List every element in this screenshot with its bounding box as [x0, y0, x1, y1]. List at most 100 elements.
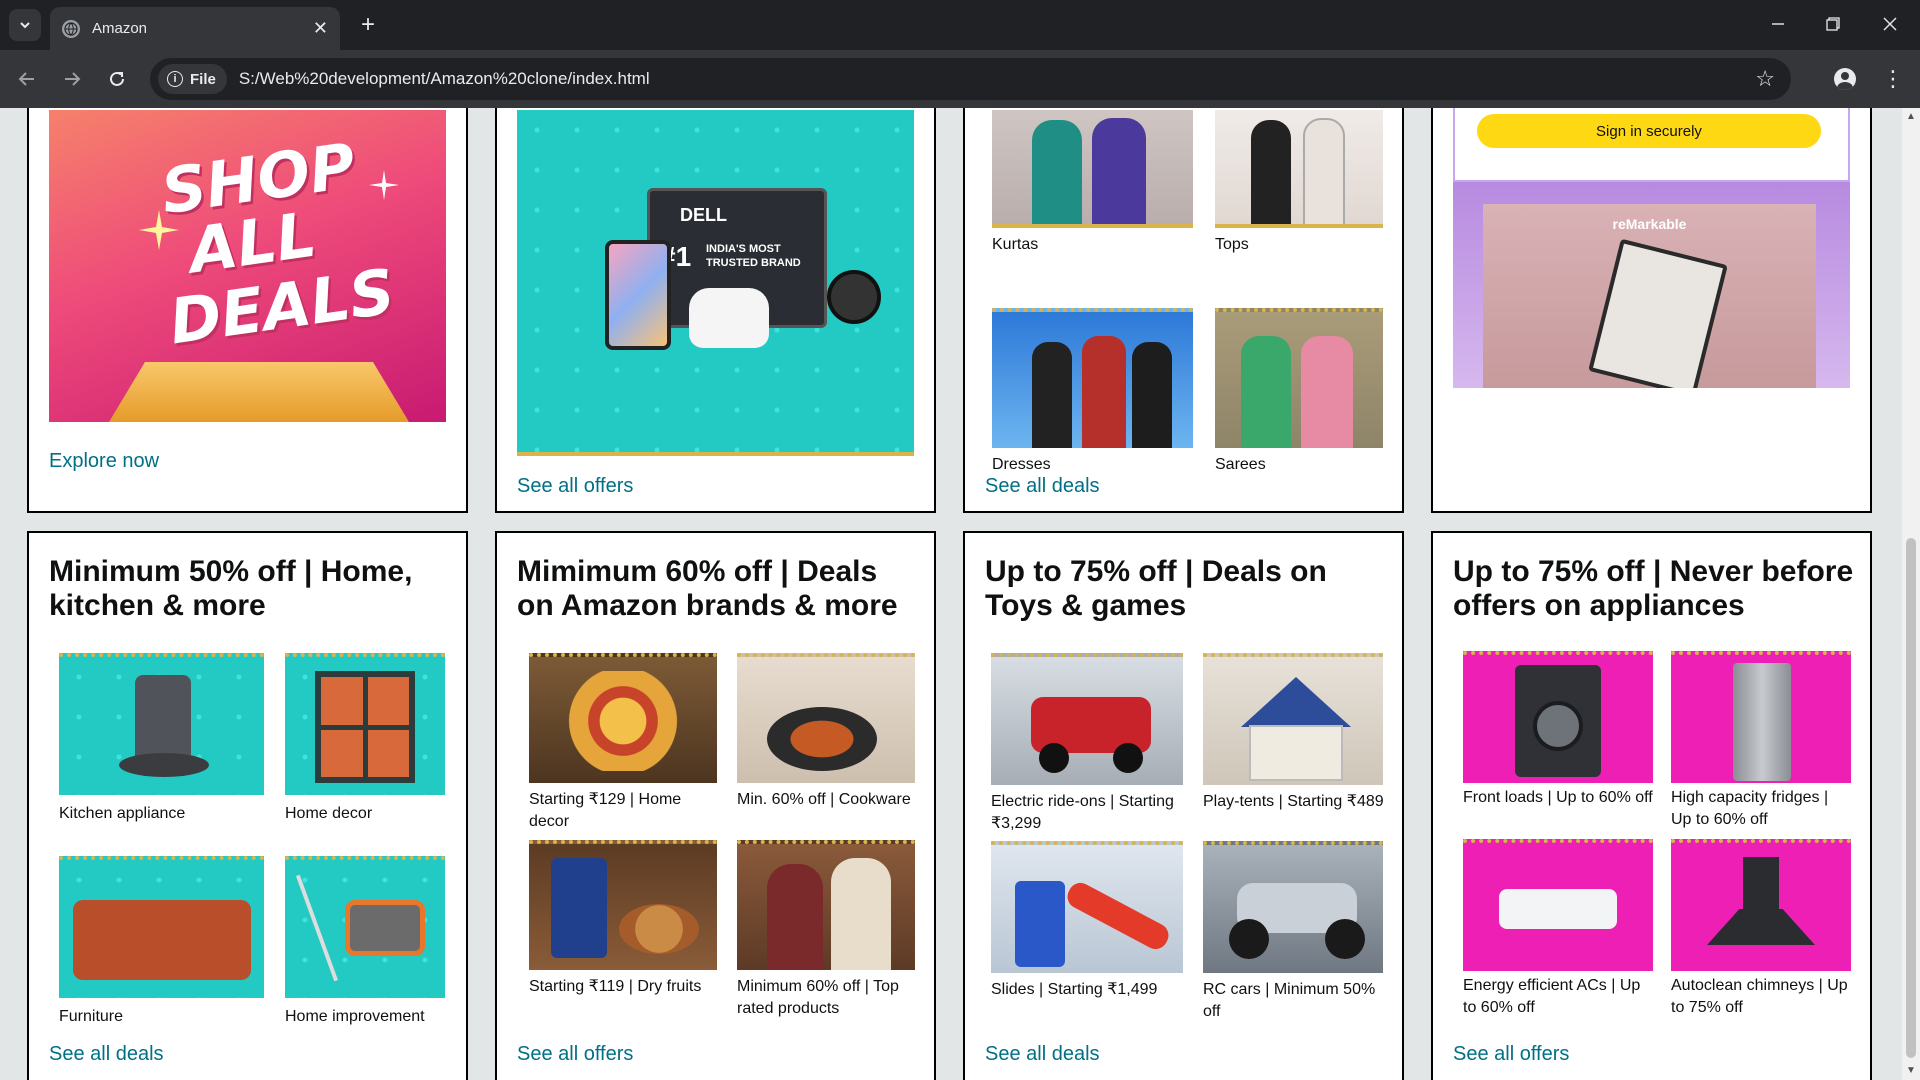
item-label: Electric ride-ons | Starting ₹3,299 [991, 793, 1174, 832]
more-menu-icon[interactable]: ⋮ [1876, 62, 1910, 96]
item-label: Energy efficient ACs | Up to 60% off [1463, 977, 1641, 1016]
item-label: Home decor [285, 805, 373, 822]
figure-shape [1032, 342, 1072, 448]
avatar-icon [1834, 68, 1856, 90]
wheel-shape [1039, 743, 1069, 773]
card-title: Up to 75% off | Deals on Toys & games [985, 555, 1327, 622]
minimize-icon[interactable] [1758, 6, 1798, 42]
site-info-chip[interactable]: i File [158, 64, 227, 94]
tent-roof-shape [1241, 677, 1351, 727]
forward-arrow-icon[interactable] [55, 62, 89, 96]
home-decor-image[interactable] [285, 653, 445, 795]
play-tent-image[interactable] [1203, 653, 1383, 785]
figure-shape [831, 858, 891, 970]
item-label: Furniture [59, 1008, 124, 1025]
pan-shape [767, 707, 877, 771]
reload-icon[interactable] [100, 62, 134, 96]
tops-image[interactable] [1215, 110, 1383, 228]
see-all-offers-link[interactable]: See all offers [517, 475, 633, 498]
restore-icon[interactable] [1813, 6, 1853, 42]
new-tab-button[interactable]: + [352, 9, 384, 41]
card-amazon-brands: Mimimum 60% off | Deals on Amazon brands… [495, 531, 936, 1080]
item-label: Autoclean chimneys | Up to 75% off [1671, 977, 1848, 1016]
card-fashion-deals: Kurtas Tops Dresses Sarees See all deals [963, 108, 1404, 513]
sparkle-icon [369, 170, 399, 200]
figure-shape [1303, 118, 1345, 224]
card-title: Mimimum 60% off | Deals on Amazon brands… [517, 555, 898, 622]
top-rated-products-image[interactable] [737, 840, 915, 970]
figure-shape [1032, 120, 1082, 224]
address-bar[interactable]: i File S:/Web%20development/Amazon%20clo… [150, 58, 1791, 100]
pack-shape [551, 858, 607, 958]
item-label: Tops [1215, 236, 1249, 253]
ac-shape [1499, 889, 1617, 929]
chimney-image[interactable] [1671, 839, 1851, 971]
sign-in-button[interactable]: Sign in securely [1477, 114, 1821, 148]
page-scrollbar[interactable]: ▲ ▼ [1902, 108, 1920, 1080]
item-label: Kitchen appliance [59, 805, 186, 822]
fridge-shape [1733, 663, 1791, 781]
remarkable-ad-image[interactable]: reMarkable [1453, 182, 1850, 388]
figure-shape [1251, 120, 1291, 224]
explore-now-link[interactable]: Explore now [49, 450, 159, 473]
figure-shape [767, 864, 823, 970]
tablet-graphic [1588, 238, 1728, 388]
kitchen-appliance-image[interactable] [59, 653, 264, 795]
info-icon: i [167, 71, 183, 87]
item-label: Kurtas [992, 236, 1039, 253]
browser-tab[interactable]: Amazon ✕ [50, 7, 340, 50]
chimney-shape [1743, 857, 1779, 911]
site-chip-label: File [190, 70, 216, 88]
card-toys-games: Up to 75% off | Deals on Toys & games El… [963, 531, 1404, 1080]
rc-car-image[interactable] [1203, 841, 1383, 973]
washer-shape [1515, 665, 1601, 777]
close-window-icon[interactable] [1870, 6, 1910, 42]
earbuds-graphic [689, 288, 769, 348]
wheel-shape [1325, 919, 1365, 959]
home-decor-deal-image[interactable] [529, 653, 717, 783]
bowl-shape [619, 904, 699, 954]
slide-frame-shape [1015, 881, 1065, 967]
slide-chute-shape [1063, 878, 1173, 954]
see-all-deals-link[interactable]: See all deals [985, 475, 1100, 498]
tab-search-button[interactable] [9, 9, 41, 41]
browser-toolbar: i File S:/Web%20development/Amazon%20clo… [0, 50, 1920, 108]
scroll-thumb[interactable] [1906, 538, 1916, 1058]
card-appliances: Up to 75% off | Never before offers on a… [1431, 531, 1872, 1080]
see-all-offers-link[interactable]: See all offers [517, 1043, 633, 1066]
bookmark-star-icon[interactable]: ☆ [1755, 66, 1775, 92]
mop-bucket-shape [345, 900, 425, 956]
appliance-shape [119, 753, 209, 777]
shop-all-deals-image[interactable]: SHOP ALL DEALS [49, 110, 446, 422]
electric-ride-on-image[interactable] [991, 653, 1183, 785]
wheel-shape [1229, 919, 1269, 959]
product-photo-frame: reMarkable [1483, 204, 1816, 388]
cookware-image[interactable] [737, 653, 915, 783]
profile-button[interactable] [1828, 62, 1862, 96]
slides-image[interactable] [991, 841, 1183, 973]
card-home-kitchen: Minimum 50% off | Home, kitchen & more K… [27, 531, 468, 1080]
see-all-offers-link[interactable]: See all offers [1453, 1043, 1569, 1066]
scroll-up-icon[interactable]: ▲ [1906, 112, 1916, 122]
back-arrow-icon[interactable] [10, 62, 44, 96]
dresses-image[interactable] [992, 308, 1193, 448]
remarkable-logo-text: reMarkable [1612, 216, 1687, 232]
figure-shape [1241, 336, 1291, 448]
ac-image[interactable] [1463, 839, 1653, 971]
dell-offer-image[interactable]: DELL #1 INDIA'S MOST TRUSTED BRAND [517, 110, 914, 456]
url-text[interactable]: S:/Web%20development/Amazon%20clone/inde… [239, 69, 650, 89]
dry-fruits-image[interactable] [529, 840, 717, 970]
browser-tab-bar: Amazon ✕ + [0, 0, 1920, 50]
home-improvement-image[interactable] [285, 856, 445, 998]
figure-shape [1132, 342, 1172, 448]
close-tab-icon[interactable]: ✕ [313, 18, 328, 39]
see-all-deals-link[interactable]: See all deals [985, 1043, 1100, 1066]
fridge-image[interactable] [1671, 651, 1851, 783]
furniture-image[interactable] [59, 856, 264, 998]
scroll-down-icon[interactable]: ▼ [1906, 1066, 1916, 1076]
front-load-washer-image[interactable] [1463, 651, 1653, 783]
see-all-deals-link[interactable]: See all deals [49, 1043, 164, 1066]
sarees-image[interactable] [1215, 308, 1383, 448]
card-title: Up to 75% off | Never before offers on a… [1453, 555, 1854, 622]
kurtas-image[interactable] [992, 110, 1193, 228]
